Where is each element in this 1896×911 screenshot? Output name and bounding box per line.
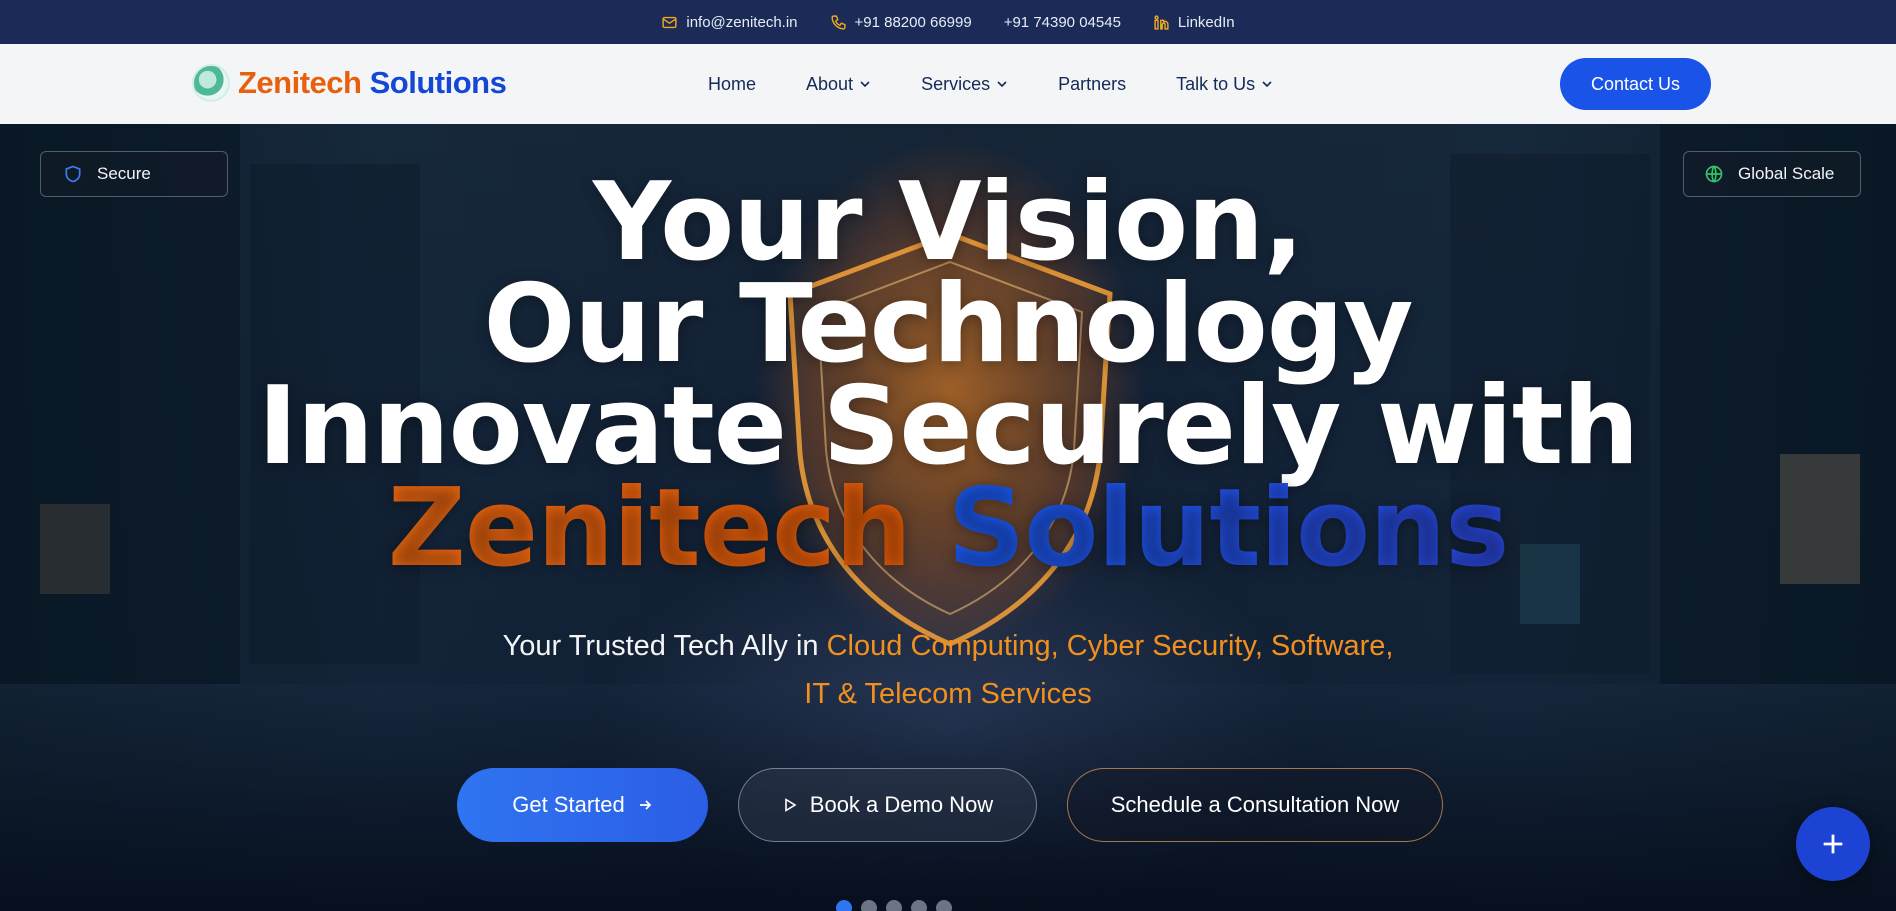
plus-icon <box>1823 834 1843 854</box>
phone-text-2: +91 74390 04545 <box>1003 13 1121 31</box>
subtitle-plain: Your Trusted Tech Ally in <box>502 630 819 662</box>
play-icon <box>784 798 797 812</box>
nav-item-services[interactable]: Services <box>921 74 1008 95</box>
get-started-label: Get Started <box>512 792 625 817</box>
phone-text-1: +91 88200 66999 <box>854 13 972 31</box>
carousel-dot[interactable] <box>936 900 952 911</box>
nav-label: Services <box>921 73 991 94</box>
headline-brand-part2: Solutions <box>947 466 1509 591</box>
logo-text: Zenitech Solutions <box>238 65 507 101</box>
carousel-dots <box>836 900 952 911</box>
nav-item-partners[interactable]: Partners <box>1058 74 1126 95</box>
top-info-bar: info@zenitech.in +91 88200 66999 +91 743… <box>0 0 1896 44</box>
carousel-dot[interactable] <box>911 900 927 911</box>
arrow-right-icon <box>639 800 652 810</box>
logo-link[interactable]: Zenitech Solutions <box>192 64 507 102</box>
phone-link-2[interactable]: +91 74390 04545 <box>1004 14 1121 31</box>
subtitle-highlight-2: IT & Telecom Services <box>804 678 1092 710</box>
phone-icon <box>830 14 846 30</box>
hero-section: Secure Global Scale Your Vision, Our Tec… <box>0 124 1896 911</box>
nav-item-home[interactable]: Home <box>708 74 756 95</box>
headline-brand-part1: Zenitech <box>387 466 912 591</box>
phone-link-1[interactable]: +91 88200 66999 <box>830 14 972 31</box>
book-demo-label: Book a Demo Now <box>809 792 994 817</box>
nav-label: Home <box>708 73 757 94</box>
navbar: Zenitech Solutions Home About Services P… <box>0 44 1896 124</box>
book-demo-button[interactable]: Book a Demo Now <box>738 768 1037 842</box>
carousel-dot[interactable] <box>861 900 877 911</box>
linkedin-icon <box>1154 14 1169 30</box>
nav-item-talk-to-us[interactable]: Talk to Us <box>1176 74 1273 95</box>
email-link[interactable]: info@zenitech.in <box>661 13 798 31</box>
subtitle-highlight-1: Cloud Computing, Cyber Security, Softwar… <box>826 630 1394 662</box>
logo-text-part1: Zenitech <box>238 65 362 100</box>
logo-text-part2: Solutions <box>369 65 507 100</box>
chevron-down-icon <box>1262 81 1272 88</box>
nav-item-about[interactable]: About <box>806 74 871 95</box>
linkedin-text: LinkedIn <box>1177 13 1235 31</box>
hero-subtitle: Your Trusted Tech Ally in Cloud Computin… <box>0 622 1896 718</box>
carousel-dot[interactable] <box>836 900 852 911</box>
headline-line-1: Your Vision, <box>592 160 1304 285</box>
chevron-down-icon <box>860 81 870 88</box>
headline-line-3: Innovate Securely with <box>257 364 1640 489</box>
mail-icon <box>662 16 677 28</box>
linkedin-link[interactable]: LinkedIn <box>1153 14 1235 31</box>
email-text: info@zenitech.in <box>686 13 798 31</box>
carousel-dot[interactable] <box>886 900 902 911</box>
main-nav: Home About Services Partners Talk to Us <box>708 44 1323 124</box>
headline-line-2: Our Technology <box>483 262 1413 387</box>
nav-label: About <box>806 73 854 94</box>
floating-action-button[interactable] <box>1796 807 1870 881</box>
get-started-button[interactable]: Get Started <box>457 768 708 842</box>
headline-brand: Zenitech Solutions <box>0 475 1896 583</box>
nav-label: Talk to Us <box>1176 73 1256 94</box>
hero-headline: Your Vision, Our Technology Innovate Sec… <box>0 160 1896 583</box>
schedule-consultation-button[interactable]: Schedule a Consultation Now <box>1067 768 1443 842</box>
contact-us-button[interactable]: Contact Us <box>1560 58 1711 110</box>
chevron-down-icon <box>997 81 1007 88</box>
nav-label: Partners <box>1058 73 1127 94</box>
logo-icon <box>192 64 230 102</box>
schedule-consultation-label: Schedule a Consultation Now <box>1110 792 1400 817</box>
